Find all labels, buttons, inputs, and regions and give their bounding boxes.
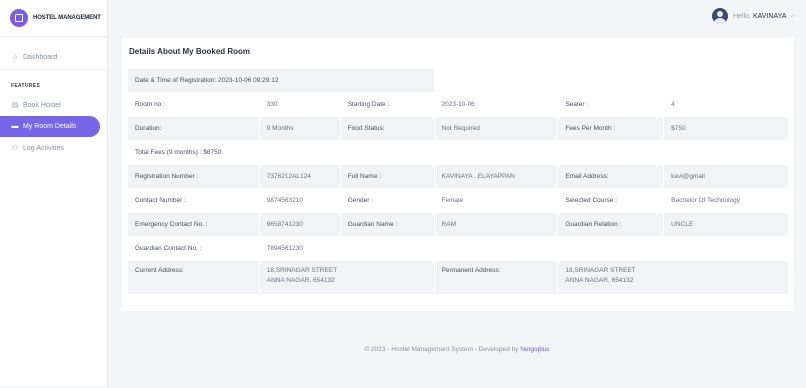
gender-value: Female [433, 188, 559, 213]
bed-icon: ▬ [11, 123, 19, 130]
email-value: kavi@gmail [663, 164, 789, 189]
table-row: Room no : 330 Starting Date : 2023-10-06… [127, 92, 789, 117]
course-label: Selected Course : [557, 188, 665, 213]
guardian-relation-value: UNCLE [663, 212, 789, 237]
fees-value: $750 [663, 116, 789, 141]
sidebar: HOSTEL MANAGEMENT ⌂ Dashboard FEATURES ▤… [0, 0, 108, 386]
current-address-line2: ANNA NAGAR, 654132 [266, 277, 335, 284]
guardian-name-label: Guardian Name : [339, 212, 435, 237]
duration-value: 9 Months [258, 116, 341, 141]
page-title: Details About My Booked Room [129, 47, 251, 56]
table-row: Duration: 9 Months Food Status: Not Requ… [127, 116, 789, 141]
current-address-label: Current Address: [127, 260, 260, 295]
user-menu[interactable]: Hello, KAVINAYA ⌵ [712, 8, 794, 24]
brand[interactable]: HOSTEL MANAGEMENT [0, 0, 107, 37]
room-details-table: Date & Time of Registration: 2023-10-06 … [127, 68, 790, 93]
course-value: Bachelor Of Technology [663, 188, 789, 213]
sidebar-item-dashboard[interactable]: ⌂ Dashboard [0, 46, 108, 70]
brand-name: HOSTEL MANAGEMENT [33, 15, 101, 21]
room-details-card: Details About My Booked Room Date & Time… [122, 38, 794, 311]
home-icon: ⌂ [12, 54, 18, 61]
table-row: Guardian Contact No. : 7894561230 [127, 236, 790, 261]
seater-label: Seater : [557, 92, 665, 117]
sidebar-item-label: Dashboard [23, 54, 58, 61]
permanent-address-line1: 18,SRINAGAR STREET [565, 267, 636, 274]
topbar: Hello, KAVINAYA ⌵ [108, 0, 806, 33]
sidebar-item-label: Book Hostel [23, 101, 61, 109]
food-status-label: Food Status: [339, 116, 435, 141]
guardian-contact-value: 7894561230 [258, 236, 341, 261]
sidebar-item-label: Log Activities [23, 144, 64, 152]
footer-text: © 2023 - Hostel Management System - Deve… [364, 346, 519, 353]
developer-link[interactable]: Netgoplus [520, 346, 549, 353]
emergency-label: Emergency Contact No. : [127, 212, 260, 237]
reg-no-value: 7376212AL124 [258, 164, 341, 189]
table-row: Total Fees (9 months) : $6750 [127, 140, 789, 165]
sidebar-item-log-activities[interactable]: ⚇ Log Activities [0, 138, 108, 158]
current-address-value: 18,SRINAGAR STREET ANNA NAGAR, 654132 [258, 260, 435, 295]
table-row: Current Address: 18,SRINAGAR STREET ANNA… [127, 260, 789, 295]
starting-date-value: 2023-10-06 [433, 92, 559, 117]
total-fees: Total Fees (9 months) : $6750 [127, 140, 789, 165]
building-icon: ▤ [11, 102, 19, 109]
table-row: Contact Number : 9874563210 Gender : Fem… [127, 188, 789, 213]
permanent-address-line2: ANNA NAGAR, 654132 [565, 277, 634, 284]
footer: © 2023 - Hostel Management System - Deve… [108, 346, 806, 353]
room-no-label: Room no : [127, 92, 260, 117]
empty-cell [339, 236, 790, 261]
fees-label: Fees Per Month : [557, 116, 665, 141]
users-icon: ⚇ [11, 145, 19, 152]
chevron-down-icon[interactable]: ⌵ [789, 13, 794, 20]
guardian-contact-label: Guardian Contact No. : [127, 236, 260, 261]
sidebar-section-label: FEATURES [11, 83, 40, 89]
room-details-table-grid: Room no : 330 Starting Date : 2023-10-06… [127, 92, 790, 295]
username: KAVINAYA [752, 12, 787, 20]
contact-label: Contact Number : [127, 188, 260, 213]
sidebar-item-book-hostel[interactable]: ▤ Book Hostel [0, 95, 108, 115]
reg-no-label: Registration Number : [127, 164, 260, 189]
emergency-value: 9658741230 [258, 212, 341, 237]
registration-datetime: Date & Time of Registration: 2023-10-06 … [127, 68, 435, 93]
table-row: Emergency Contact No. : 9658741230 Guard… [127, 212, 789, 237]
guardian-name-value: RAM [433, 212, 559, 237]
full-name-label: Full Name : [339, 164, 435, 189]
table-row: Registration Number : 7376212AL124 Full … [127, 164, 789, 189]
room-no-value: 330 [258, 92, 341, 117]
permanent-address-label: Permanent Address: [433, 260, 559, 295]
sidebar-item-my-room-details[interactable]: ▬ My Room Details [0, 116, 100, 137]
avatar[interactable] [712, 8, 729, 24]
email-label: Email Address: [557, 164, 665, 189]
starting-date-label: Starting Date : [339, 92, 435, 117]
empty-cell [433, 68, 790, 93]
full-name-value: KAVINAYA . ELAYAPPAN [433, 164, 559, 189]
current-address-line1: 18,SRINAGAR STREET [266, 267, 338, 274]
seater-value: 4 [663, 92, 789, 117]
contact-value: 9874563210 [258, 188, 341, 213]
sidebar-item-label: My Room Details [23, 123, 77, 130]
gender-label: Gender : [339, 188, 435, 213]
hostel-logo-icon [10, 9, 28, 27]
guardian-relation-label: Guardian Relation : [557, 212, 665, 237]
food-status-value: Not Required [433, 116, 559, 141]
duration-label: Duration: [127, 116, 260, 141]
greeting: Hello, [733, 12, 751, 20]
permanent-address-value: 18,SRINAGAR STREET ANNA NAGAR, 654132 [557, 260, 789, 295]
